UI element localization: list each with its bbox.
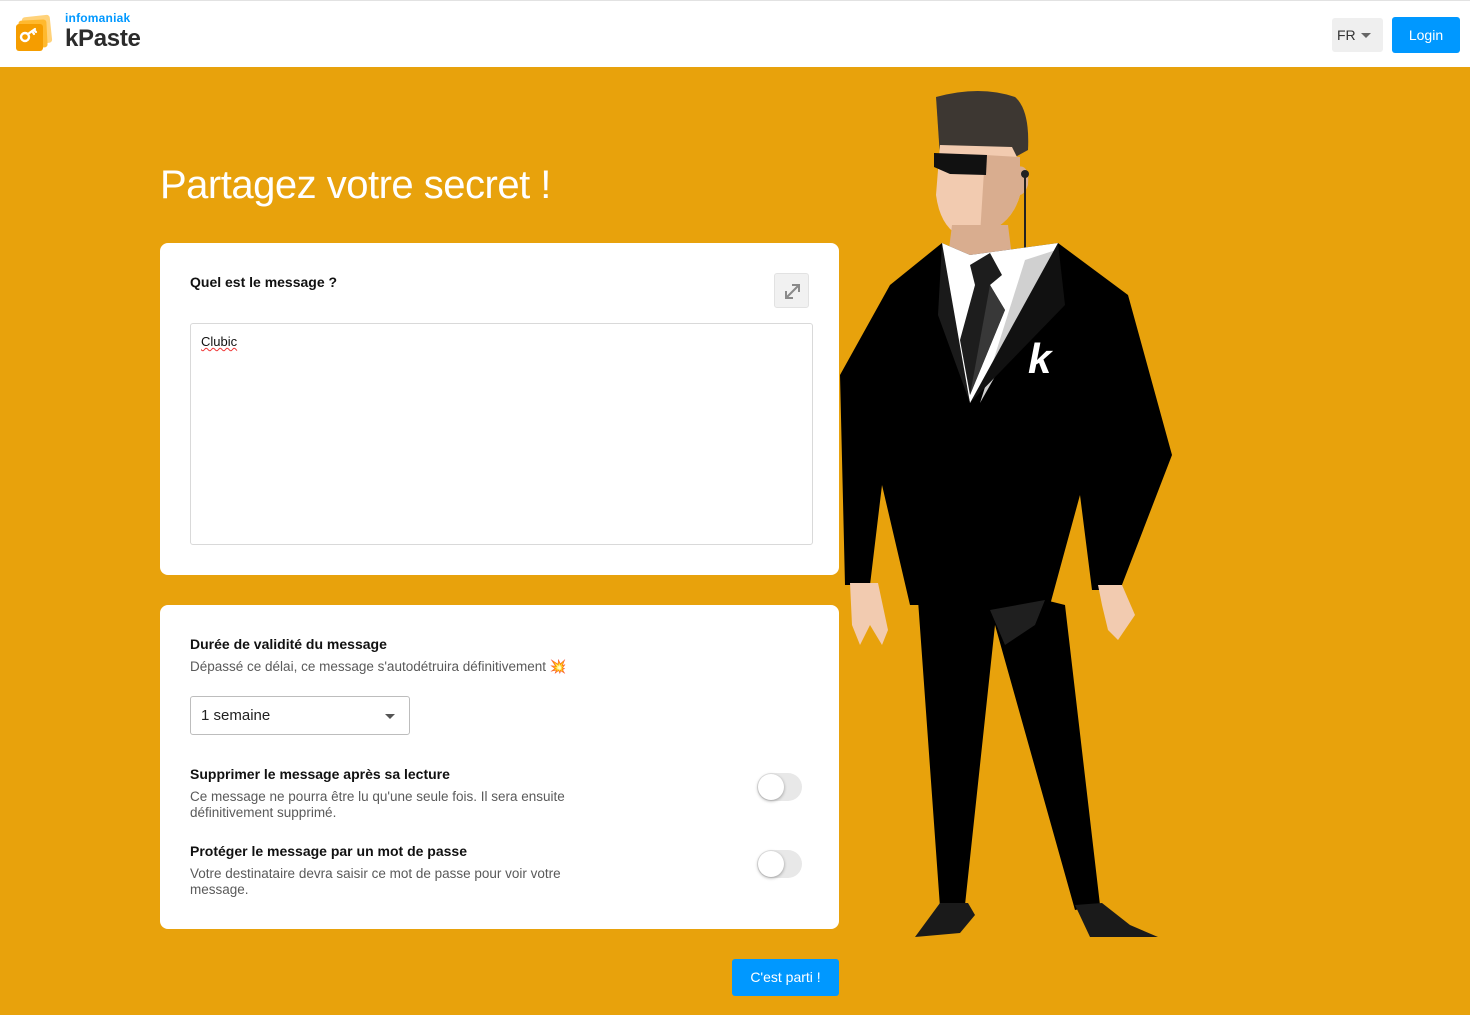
top-bar: infomaniak kPaste FR Login xyxy=(0,0,1470,67)
brand-company: infomaniak xyxy=(65,11,131,25)
message-card: Quel est le message ? Clubic xyxy=(160,243,839,575)
expand-button[interactable] xyxy=(774,273,809,308)
password-title: Protéger le message par un mot de passe xyxy=(190,843,467,859)
chevron-down-icon xyxy=(385,714,395,719)
validity-select[interactable]: 1 semaine xyxy=(190,696,410,735)
submit-button[interactable]: C'est parti ! xyxy=(732,959,839,996)
kpaste-logo-icon[interactable] xyxy=(14,13,54,55)
burn-after-read-toggle[interactable] xyxy=(757,773,802,801)
message-label: Quel est le message ? xyxy=(190,274,338,290)
language-label: FR xyxy=(1337,27,1356,43)
page-title: Partagez votre secret ! xyxy=(160,163,551,207)
toggle-knob xyxy=(758,851,784,877)
chevron-down-icon xyxy=(1361,33,1371,38)
secret-agent-illustration: k xyxy=(840,91,1172,937)
password-description: Votre destinataire devra saisir ce mot d… xyxy=(190,866,561,897)
message-text: Clubic xyxy=(201,334,238,349)
expand-icon xyxy=(785,284,800,299)
password-toggle[interactable] xyxy=(757,850,802,878)
options-card: Durée de validité du message Dépassé ce … xyxy=(160,605,839,929)
burn-after-read-description: Ce message ne pourra être lu qu'une seul… xyxy=(190,789,565,820)
login-button[interactable]: Login xyxy=(1392,17,1460,53)
language-selector[interactable]: FR xyxy=(1332,18,1383,52)
toggle-knob xyxy=(758,774,784,800)
svg-text:k: k xyxy=(1028,335,1054,382)
brand-product: kPaste xyxy=(65,25,141,52)
burn-after-read-title: Supprimer le message après sa lecture xyxy=(190,766,450,782)
validity-value: 1 semaine xyxy=(201,707,271,724)
message-textarea[interactable]: Clubic xyxy=(190,323,813,545)
validity-title: Durée de validité du message xyxy=(190,636,387,652)
validity-description: Dépassé ce délai, ce message s'autodétru… xyxy=(190,659,567,674)
